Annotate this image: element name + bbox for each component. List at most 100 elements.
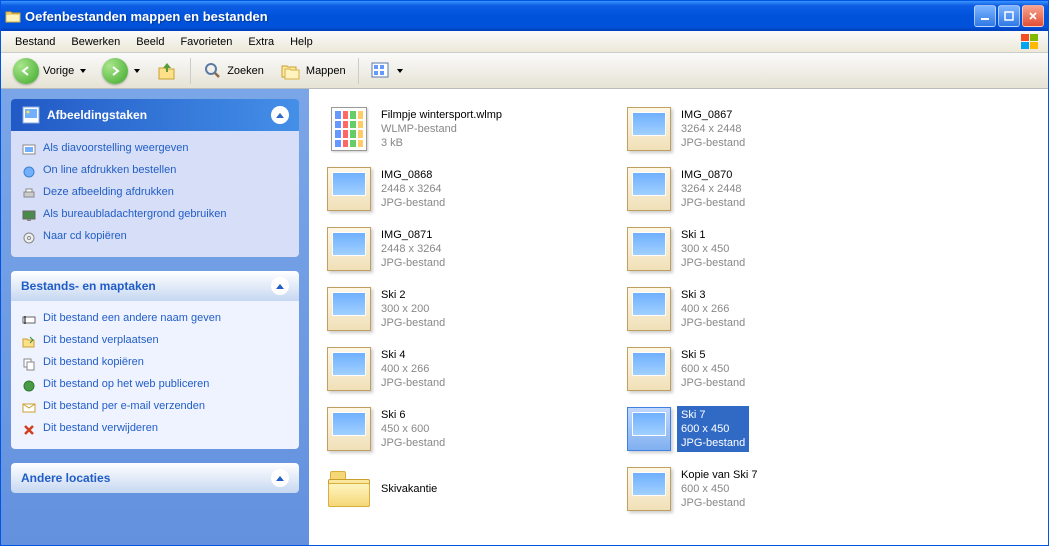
task-move[interactable]: Dit bestand verplaatsen bbox=[21, 331, 289, 353]
collapse-icon[interactable] bbox=[271, 106, 289, 124]
back-button[interactable]: Vorige bbox=[7, 54, 92, 88]
image-icon bbox=[625, 405, 673, 453]
file-info: Ski 6450 x 600JPG-bestand bbox=[377, 406, 449, 452]
file-meta: JPG-bestand bbox=[681, 436, 745, 450]
maximize-button[interactable] bbox=[998, 5, 1020, 27]
file-name: IMG_0868 bbox=[381, 168, 445, 182]
image-tasks-panel: Afbeeldingstaken Als diavoorstelling wee… bbox=[11, 99, 299, 257]
back-label: Vorige bbox=[43, 65, 74, 77]
task-sidebar: Afbeeldingstaken Als diavoorstelling wee… bbox=[1, 89, 309, 545]
forward-button[interactable] bbox=[96, 54, 146, 88]
file-item[interactable]: Filmpje wintersport.wlmpWLMP-bestand3 kB bbox=[323, 99, 603, 159]
image-icon bbox=[625, 465, 673, 513]
folders-button[interactable]: Mappen bbox=[274, 57, 352, 85]
file-meta: JPG-bestand bbox=[681, 196, 745, 210]
menu-bestand[interactable]: Bestand bbox=[7, 34, 63, 50]
chevron-down-icon bbox=[397, 69, 403, 73]
task-copy-cd[interactable]: Naar cd kopiëren bbox=[21, 227, 289, 249]
folder-icon bbox=[325, 465, 373, 513]
window-buttons bbox=[974, 5, 1044, 27]
task-rename[interactable]: Dit bestand een andere naam geven bbox=[21, 309, 289, 331]
minimize-button[interactable] bbox=[974, 5, 996, 27]
file-meta: JPG-bestand bbox=[381, 436, 445, 450]
file-item[interactable]: IMG_08682448 x 3264JPG-bestand bbox=[323, 159, 603, 219]
file-info: Ski 7600 x 450JPG-bestand bbox=[677, 406, 749, 452]
file-tasks-title: Bestands- en maptaken bbox=[21, 279, 156, 293]
file-item[interactable]: Ski 7600 x 450JPG-bestand bbox=[623, 399, 903, 459]
up-button[interactable] bbox=[150, 56, 184, 86]
file-item[interactable]: IMG_08703264 x 2448JPG-bestand bbox=[623, 159, 903, 219]
web-icon bbox=[21, 378, 37, 394]
image-tasks-title: Afbeeldingstaken bbox=[47, 108, 147, 122]
task-print[interactable]: Deze afbeelding afdrukken bbox=[21, 183, 289, 205]
file-meta: 600 x 450 bbox=[681, 422, 745, 436]
file-meta: 400 x 266 bbox=[681, 302, 745, 316]
file-item[interactable]: Ski 5600 x 450JPG-bestand bbox=[623, 339, 903, 399]
file-info: Ski 1300 x 450JPG-bestand bbox=[677, 226, 749, 272]
file-item[interactable]: Ski 3400 x 266JPG-bestand bbox=[623, 279, 903, 339]
toolbar: Vorige Zoeken Mappen bbox=[1, 53, 1048, 89]
image-icon bbox=[625, 225, 673, 273]
task-order-prints[interactable]: On line afdrukken bestellen bbox=[21, 161, 289, 183]
file-meta: WLMP-bestand bbox=[381, 122, 502, 136]
other-locations-header[interactable]: Andere locaties bbox=[11, 463, 299, 493]
menu-beeld[interactable]: Beeld bbox=[128, 34, 172, 50]
file-tasks-header[interactable]: Bestands- en maptaken bbox=[11, 271, 299, 301]
file-meta: 2448 x 3264 bbox=[381, 182, 445, 196]
file-tasks-panel: Bestands- en maptaken Dit bestand een an… bbox=[11, 271, 299, 449]
image-tasks-header[interactable]: Afbeeldingstaken bbox=[11, 99, 299, 131]
image-icon bbox=[325, 405, 373, 453]
file-info: IMG_08673264 x 2448JPG-bestand bbox=[677, 106, 749, 152]
cd-icon bbox=[21, 230, 37, 246]
search-button[interactable]: Zoeken bbox=[197, 57, 270, 85]
collapse-icon[interactable] bbox=[271, 277, 289, 295]
file-meta: 450 x 600 bbox=[381, 422, 445, 436]
file-item[interactable]: IMG_08673264 x 2448JPG-bestand bbox=[623, 99, 903, 159]
image-icon bbox=[625, 105, 673, 153]
task-publish[interactable]: Dit bestand op het web publiceren bbox=[21, 375, 289, 397]
printer-icon bbox=[21, 186, 37, 202]
other-locations-panel: Andere locaties bbox=[11, 463, 299, 493]
separator bbox=[358, 58, 359, 84]
file-name: Ski 3 bbox=[681, 288, 745, 302]
file-meta: 400 x 266 bbox=[381, 362, 445, 376]
delete-icon bbox=[21, 422, 37, 438]
document-icon bbox=[325, 105, 373, 153]
menu-extra[interactable]: Extra bbox=[240, 34, 282, 50]
file-item[interactable]: Ski 4400 x 266JPG-bestand bbox=[323, 339, 603, 399]
file-info: Ski 5600 x 450JPG-bestand bbox=[677, 346, 749, 392]
collapse-icon[interactable] bbox=[271, 469, 289, 487]
menu-help[interactable]: Help bbox=[282, 34, 321, 50]
file-item[interactable]: Skivakantie bbox=[323, 459, 603, 519]
titlebar[interactable]: Oefenbestanden mappen en bestanden bbox=[1, 1, 1048, 31]
menu-favorieten[interactable]: Favorieten bbox=[172, 34, 240, 50]
menubar: Bestand Bewerken Beeld Favorieten Extra … bbox=[1, 31, 1048, 53]
task-email[interactable]: Dit bestand per e-mail verzenden bbox=[21, 397, 289, 419]
separator bbox=[190, 58, 191, 84]
windows-logo-icon bbox=[1018, 32, 1042, 52]
views-button[interactable] bbox=[365, 58, 409, 84]
file-name: Ski 7 bbox=[681, 408, 745, 422]
file-name: Skivakantie bbox=[381, 482, 437, 496]
task-copy[interactable]: Dit bestand kopiëren bbox=[21, 353, 289, 375]
task-slideshow[interactable]: Als diavoorstelling weergeven bbox=[21, 139, 289, 161]
chevron-down-icon bbox=[134, 69, 140, 73]
file-info: IMG_08703264 x 2448JPG-bestand bbox=[677, 166, 749, 212]
file-meta: JPG-bestand bbox=[681, 496, 757, 510]
task-wallpaper[interactable]: Als bureaubladachtergrond gebruiken bbox=[21, 205, 289, 227]
file-item[interactable]: Ski 2300 x 200JPG-bestand bbox=[323, 279, 603, 339]
task-delete[interactable]: Dit bestand verwijderen bbox=[21, 419, 289, 441]
rename-icon bbox=[21, 312, 37, 328]
file-item[interactable]: Ski 1300 x 450JPG-bestand bbox=[623, 219, 903, 279]
email-icon bbox=[21, 400, 37, 416]
menu-bewerken[interactable]: Bewerken bbox=[63, 34, 128, 50]
file-meta: 3264 x 2448 bbox=[681, 122, 745, 136]
file-info: IMG_08682448 x 3264JPG-bestand bbox=[377, 166, 449, 212]
file-name: IMG_0870 bbox=[681, 168, 745, 182]
file-list[interactable]: Filmpje wintersport.wlmpWLMP-bestand3 kB… bbox=[309, 89, 1048, 545]
file-item[interactable]: Kopie van Ski 7600 x 450JPG-bestand bbox=[623, 459, 903, 519]
close-button[interactable] bbox=[1022, 5, 1044, 27]
file-item[interactable]: Ski 6450 x 600JPG-bestand bbox=[323, 399, 603, 459]
file-meta: JPG-bestand bbox=[681, 256, 745, 270]
file-item[interactable]: IMG_08712448 x 3264JPG-bestand bbox=[323, 219, 603, 279]
